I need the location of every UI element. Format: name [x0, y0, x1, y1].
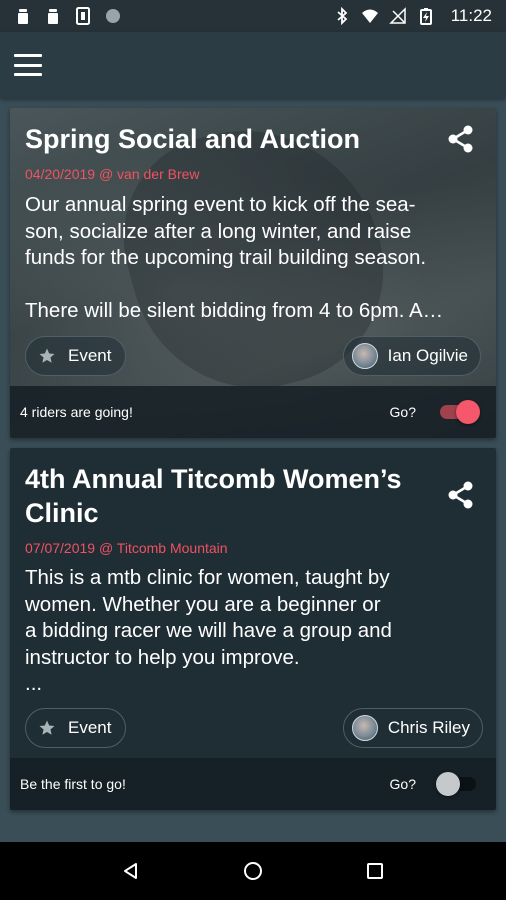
event-type-chip[interactable]: Event	[25, 336, 126, 376]
organizer-name: Chris Riley	[387, 718, 470, 737]
sim-icon	[76, 7, 90, 25]
menu-icon[interactable]	[14, 54, 42, 76]
event-title: Spring Social and Auction	[25, 124, 361, 154]
app-bar	[0, 32, 506, 98]
event-description: This is a mtb clinic for women, taught b…	[25, 566, 392, 695]
event-type-chip[interactable]: Event	[25, 708, 126, 748]
event-date-location: 04/20/2019 @ van der Brew	[25, 166, 200, 182]
recents-icon[interactable]	[355, 851, 395, 891]
card-footer: Be the first to go! Go?	[10, 758, 496, 810]
card-footer: 4 riders are going! Go?	[10, 386, 496, 438]
event-type-label: Event	[68, 718, 112, 737]
go-label: Go?	[389, 404, 416, 420]
notification-icon	[18, 9, 28, 24]
wifi-icon	[361, 9, 378, 23]
status-bar: 11:22	[0, 0, 506, 32]
avatar	[351, 715, 378, 741]
go-toggle[interactable]	[438, 400, 480, 424]
bluetooth-icon	[337, 7, 348, 25]
event-card[interactable]: Spring Social and Auction 04/20/2019 @ v…	[10, 108, 496, 438]
signal-off-icon	[388, 7, 406, 24]
clock: 11:22	[450, 6, 492, 25]
share-icon[interactable]	[446, 124, 476, 154]
event-title: 4th Annual Titcomb Women’s Clinic	[25, 464, 402, 528]
organizer-chip[interactable]: Ian Ogilvie	[342, 336, 481, 376]
back-icon[interactable]	[111, 851, 151, 891]
go-label: Go?	[389, 776, 416, 792]
going-count-text: Be the first to go!	[20, 776, 126, 792]
avatar	[351, 343, 378, 369]
circle-icon	[106, 9, 120, 23]
home-icon[interactable]	[233, 851, 273, 891]
star-icon	[39, 720, 55, 735]
event-type-label: Event	[68, 346, 112, 365]
event-description: Our annual spring event to kick off the …	[25, 193, 444, 322]
navigation-bar	[0, 842, 506, 900]
event-card[interactable]: 4th Annual Titcomb Women’s Clinic 07/07/…	[10, 448, 496, 810]
organizer-chip[interactable]: Chris Riley	[342, 708, 483, 748]
share-icon[interactable]	[446, 480, 476, 510]
notification-icon	[48, 9, 58, 24]
battery-charging-icon	[419, 8, 432, 25]
star-icon	[39, 348, 55, 363]
go-toggle[interactable]	[436, 772, 478, 796]
event-date-location: 07/07/2019 @ Titcomb Mountain	[25, 540, 228, 556]
going-count-text: 4 riders are going!	[20, 404, 133, 420]
organizer-name: Ian Ogilvie	[387, 346, 468, 365]
